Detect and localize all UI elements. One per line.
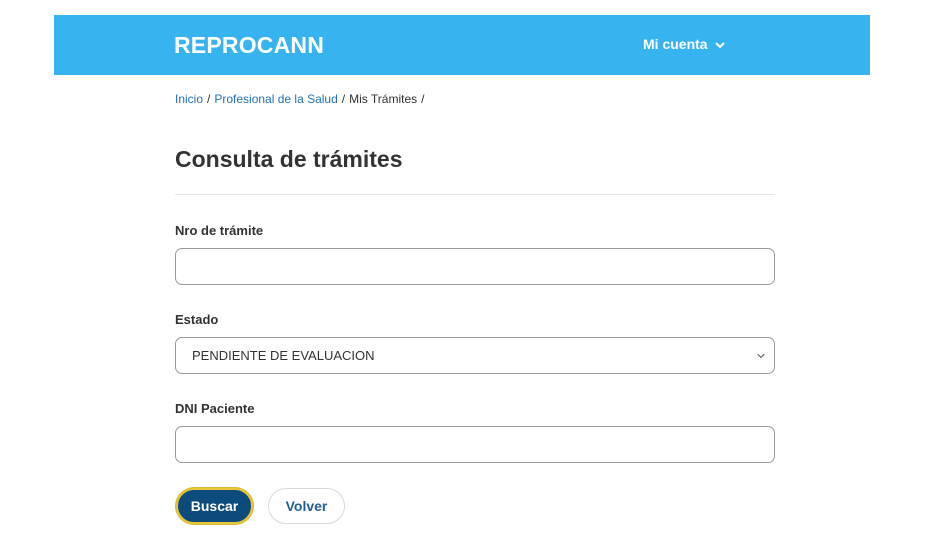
breadcrumb-separator: / (341, 92, 346, 106)
breadcrumb-item-profesional[interactable]: Profesional de la Salud (214, 92, 337, 106)
breadcrumb: Inicio / Profesional de la Salud / Mis Trámi… (175, 91, 428, 107)
top-navbar: REPROCANN Mi cuenta (54, 15, 870, 75)
nro-tramite-input[interactable] (175, 248, 775, 285)
dni-paciente-input[interactable] (175, 426, 775, 463)
breadcrumb-separator: / (207, 92, 211, 106)
nro-tramite-label: Nro de trámite (175, 223, 264, 238)
estado-selected-value: PENDIENTE DE EVALUACION (192, 348, 375, 363)
account-menu-label: Mi cuenta (643, 36, 708, 52)
back-button[interactable]: Volver (268, 488, 345, 524)
breadcrumb-item-mis-tramites: Mis Trámites (349, 92, 418, 106)
breadcrumb-item-inicio[interactable]: Inicio (175, 92, 203, 106)
estado-select[interactable]: PENDIENTE DE EVALUACION (175, 337, 775, 374)
search-button[interactable]: Buscar (176, 488, 253, 524)
breadcrumb-separator: / (421, 92, 425, 106)
brand-logo[interactable]: REPROCANN (174, 31, 324, 59)
page: REPROCANN Mi cuenta Inicio / Profesional d… (0, 0, 937, 549)
account-menu[interactable]: Mi cuenta (643, 36, 726, 52)
chevron-down-icon (715, 42, 725, 48)
title-divider (175, 194, 775, 195)
dni-paciente-label: DNI Paciente (175, 401, 255, 416)
chevron-down-icon (757, 353, 765, 358)
estado-label: Estado (175, 312, 219, 327)
page-title: Consulta de trámites (175, 146, 403, 172)
